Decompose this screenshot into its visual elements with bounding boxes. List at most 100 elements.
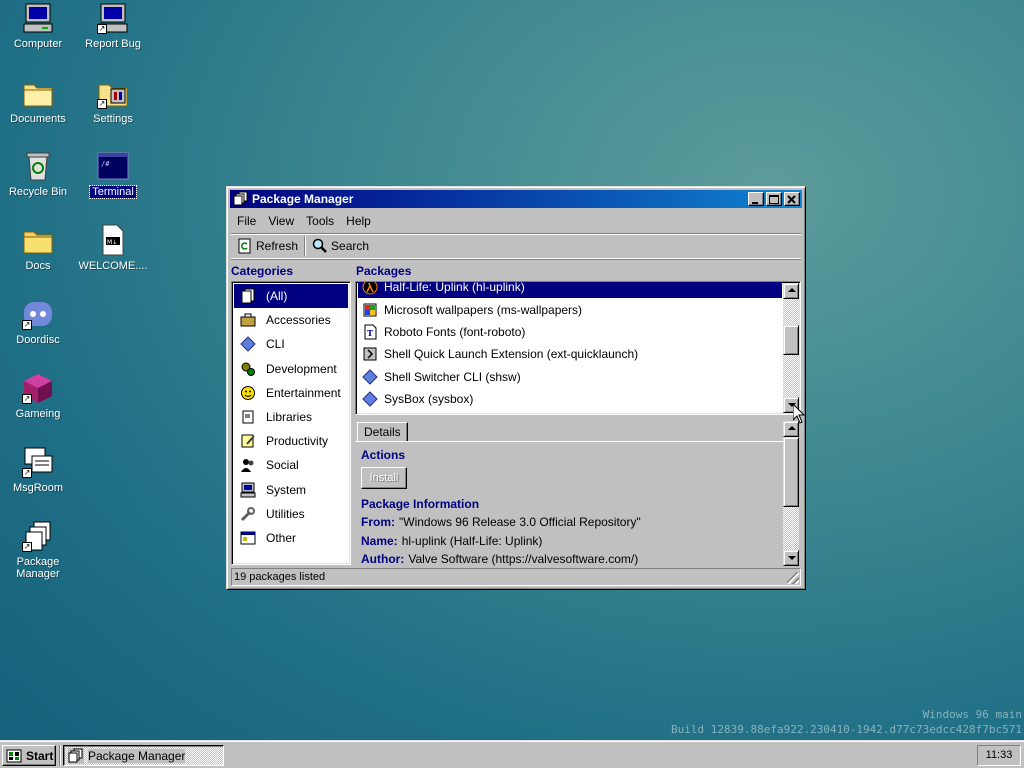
package-item[interactable]: Shell Quick Launch Extension (ext-quickl… — [358, 343, 782, 365]
packages-list: Half-Life: Uplink (hl-uplink) Microsoft … — [355, 281, 801, 415]
desktop-icon-gameing[interactable]: ↗ Gameing — [0, 372, 76, 420]
category-item-system[interactable]: System — [234, 478, 348, 502]
category-label: Entertainment — [266, 385, 341, 400]
taskbar-item-label: Package Manager — [88, 748, 186, 763]
refresh-button[interactable]: Refresh — [233, 236, 302, 256]
close-button[interactable] — [784, 192, 800, 206]
category-item-development[interactable]: Development — [234, 357, 348, 381]
status-bar: 19 packages listed — [231, 568, 801, 586]
clock[interactable]: 11:33 — [986, 749, 1013, 761]
scroll-thumb[interactable] — [783, 437, 799, 507]
start-button[interactable]: Start — [2, 745, 56, 766]
details-body: Actions Install Package Information From… — [355, 441, 783, 566]
svg-text:T: T — [367, 328, 373, 338]
info-row-name: Name: hl-uplink (Half-Life: Uplink) — [361, 532, 783, 551]
category-item-other[interactable]: Other — [234, 526, 348, 550]
desktop-icon-label: Settings — [93, 113, 133, 125]
msgroom-icon: ↗ — [22, 446, 54, 478]
desktop-icon-package-manager[interactable]: ↗ Package Manager — [0, 520, 76, 580]
desktop-icon-label: Package Manager — [16, 556, 60, 580]
package-manager-window: Package Manager File View Tools Help Ref… — [226, 186, 806, 590]
packages-scrollbar[interactable] — [783, 283, 799, 413]
package-label: Roboto Fonts (font-roboto) — [384, 324, 526, 339]
category-item-entertainment[interactable]: Entertainment — [234, 381, 348, 405]
info-key: Author: — [361, 552, 405, 566]
desktop-icon-label: Terminal — [89, 185, 137, 199]
details-pane: Details Actions Install Package Informat… — [355, 421, 801, 566]
info-value: "Windows 96 Release 3.0 Official Reposit… — [399, 515, 641, 529]
menu-file[interactable]: File — [231, 211, 262, 231]
toolbar-separator — [304, 236, 307, 256]
desktop-icon-settings[interactable]: ↗ Settings — [75, 77, 151, 125]
desktop-icon-recycle-bin[interactable]: Recycle Bin — [0, 150, 76, 198]
package-item[interactable]: Shell Switcher CLI (shsw) — [358, 366, 782, 388]
desktop-icon-documents[interactable]: Documents — [0, 77, 76, 125]
mouse-cursor-icon — [793, 404, 805, 424]
markdown-file-icon: M↓ — [97, 224, 129, 256]
svg-text:M↓: M↓ — [107, 239, 117, 246]
category-item-accessories[interactable]: Accessories — [234, 308, 348, 332]
start-label: Start — [26, 748, 54, 763]
category-label: Libraries — [266, 410, 313, 425]
window-titlebar[interactable]: Package Manager — [230, 190, 802, 208]
resize-grip-icon[interactable] — [787, 572, 799, 584]
package-item[interactable]: T Roboto Fonts (font-roboto) — [358, 321, 782, 343]
close-icon — [787, 195, 796, 204]
search-button[interactable]: Search — [308, 236, 373, 256]
package-label: Shell Quick Launch Extension (ext-quickl… — [384, 347, 639, 362]
menu-view[interactable]: View — [262, 211, 300, 231]
package-item[interactable]: Half-Life: Uplink (hl-uplink) — [358, 282, 782, 299]
install-button[interactable]: Install — [361, 467, 407, 489]
category-item-cli[interactable]: CLI — [234, 332, 348, 356]
details-scrollbar[interactable] — [783, 421, 799, 566]
category-item-libraries[interactable]: Libraries — [234, 405, 348, 429]
briefcase-icon — [240, 312, 256, 328]
desktop-icon-label: MsgRoom — [12, 482, 64, 494]
scroll-down-button[interactable] — [783, 550, 799, 566]
info-key: From: — [361, 515, 395, 529]
menu-tools[interactable]: Tools — [300, 211, 340, 231]
desktop-icon-welcome[interactable]: M↓ WELCOME.... — [75, 224, 151, 272]
wallpaper-icon — [362, 302, 378, 318]
tab-details[interactable]: Details — [357, 422, 408, 442]
menu-help[interactable]: Help — [340, 211, 377, 231]
desktop-icon-computer[interactable]: Computer — [0, 2, 76, 50]
desktop-icon-label: Documents — [10, 113, 66, 125]
search-label: Search — [331, 239, 370, 253]
category-item-all[interactable]: (All) — [234, 284, 348, 309]
start-logo-icon — [6, 749, 22, 762]
category-item-utilities[interactable]: Utilities — [234, 502, 348, 526]
computer-icon — [240, 482, 256, 498]
discord-icon: ↗ — [22, 298, 54, 330]
svg-text:/#: /# — [101, 160, 110, 168]
folder-icon — [22, 224, 54, 256]
font-icon: T — [362, 324, 378, 340]
minimize-button[interactable] — [748, 192, 764, 206]
desktop-icon-label: Docs — [25, 260, 51, 272]
desktop-icon-docs[interactable]: Docs — [0, 224, 76, 272]
minimize-icon — [752, 202, 758, 204]
recycle-bin-icon — [22, 150, 54, 182]
desktop-icon-msgroom[interactable]: ↗ MsgRoom — [0, 446, 76, 494]
taskbar-item-package-manager[interactable]: Package Manager — [63, 745, 224, 766]
desktop-icon-report-bug[interactable]: ↗ Report Bug — [75, 2, 151, 50]
info-key: Name: — [361, 533, 398, 548]
scroll-up-button[interactable] — [783, 283, 799, 299]
category-label: System — [266, 482, 307, 497]
category-item-social[interactable]: Social — [234, 453, 348, 477]
desktop-icon-doordisc[interactable]: ↗ Doordisc — [0, 298, 76, 346]
category-item-productivity[interactable]: Productivity — [234, 429, 348, 453]
desktop-icon-terminal[interactable]: /# Terminal — [75, 150, 151, 199]
desktop-icon-label: WELCOME.... — [78, 260, 148, 272]
package-icon: ↗ — [22, 520, 54, 552]
gears-icon — [240, 361, 256, 377]
package-item[interactable]: SysBox (sysbox) — [358, 388, 782, 410]
scroll-thumb[interactable] — [783, 325, 799, 355]
smiley-icon — [240, 385, 256, 401]
package-item[interactable]: Microsoft wallpapers (ms-wallpapers) — [358, 298, 782, 320]
package-icon — [68, 747, 84, 764]
category-label: Social — [266, 458, 299, 473]
maximize-icon — [769, 195, 779, 204]
desktop-icon-label: Gameing — [15, 408, 61, 420]
maximize-button[interactable] — [766, 192, 782, 206]
